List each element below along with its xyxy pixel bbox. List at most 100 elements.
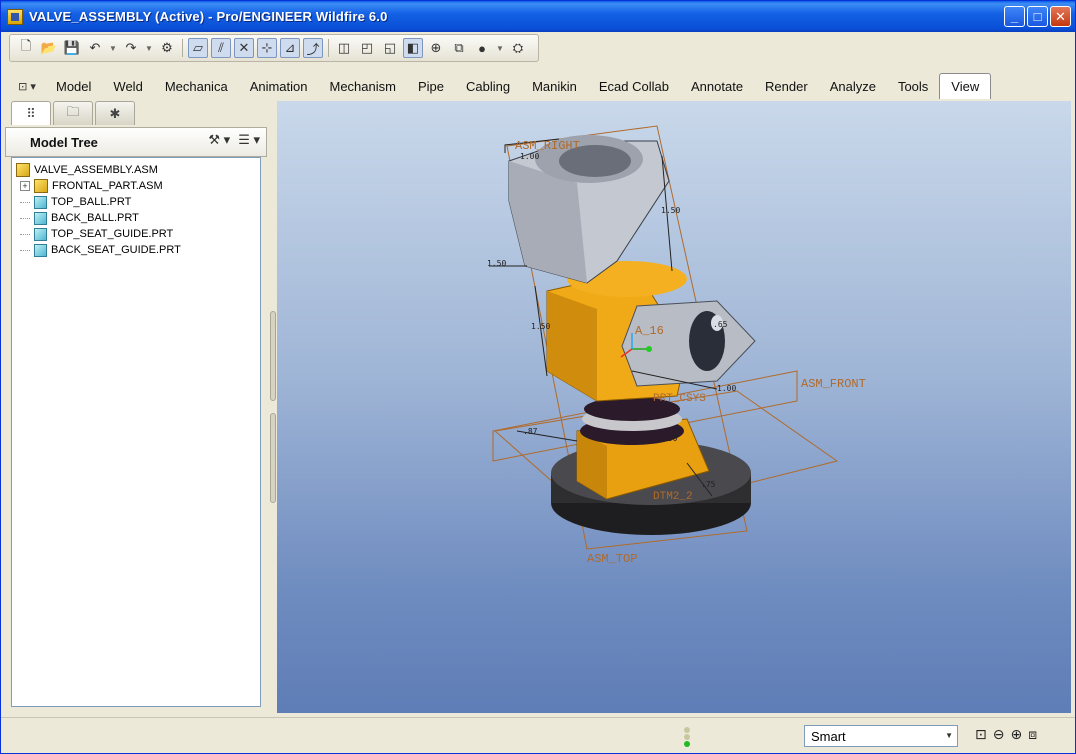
- graphics-viewport[interactable]: ASM_RIGHT ASM_FRONT ASM_TOP A_16 PRT_CSY…: [277, 101, 1071, 713]
- part-icon: [34, 195, 47, 209]
- tree-connector: [20, 249, 30, 251]
- redo-dropdown-icon[interactable]: ▼: [144, 38, 154, 58]
- status-bar: Smart ▼ ⊡ ⊖ ⊕ ⧈: [1, 717, 1075, 753]
- binoculars-icon[interactable]: ⛭: [508, 38, 528, 58]
- selection-filter-value: Smart: [811, 728, 846, 744]
- window-title: VALVE_ASSEMBLY (Active) - Pro/ENGINEER W…: [29, 9, 388, 24]
- proe-app-icon[interactable]: [7, 8, 23, 25]
- tree-item-label: TOP_BALL.PRT: [51, 196, 132, 208]
- undo-dropdown-icon[interactable]: ▼: [108, 38, 118, 58]
- selection-filter-select[interactable]: Smart ▼: [804, 725, 958, 747]
- tree-connector: [20, 217, 30, 219]
- dim-text: .65: [713, 320, 728, 329]
- menu-view[interactable]: View: [939, 73, 992, 99]
- menu-weld[interactable]: Weld: [102, 75, 153, 99]
- zoom-out-icon[interactable]: ⊖: [993, 726, 1005, 743]
- datum-axes-toggle-icon[interactable]: ⫽: [211, 38, 231, 58]
- datum-planes-toggle-icon[interactable]: ▱: [188, 38, 208, 58]
- appearance-icon[interactable]: ●: [472, 38, 492, 58]
- csys-toggle-icon[interactable]: ⊹: [257, 38, 277, 58]
- favorites-tab-icon[interactable]: ✱: [95, 101, 135, 125]
- label-asm-front: ASM_FRONT: [801, 377, 866, 391]
- menu-animation[interactable]: Animation: [239, 75, 319, 99]
- zoom-in-icon[interactable]: ⊕: [1010, 726, 1022, 743]
- menu-manikin[interactable]: Manikin: [521, 75, 588, 99]
- part-icon: [34, 211, 47, 225]
- menu-tools[interactable]: Tools: [887, 75, 939, 99]
- zoom-fit-icon[interactable]: ⊡: [975, 726, 987, 743]
- minimize-button[interactable]: _: [1004, 6, 1025, 27]
- annotations-toggle-icon[interactable]: ⊿: [280, 38, 300, 58]
- datum-points-toggle-icon[interactable]: ✕: [234, 38, 254, 58]
- save-icon[interactable]: 💾: [62, 38, 82, 58]
- model-tree-tab-icon[interactable]: ⠿: [11, 101, 51, 125]
- view-manager-icon[interactable]: ⊕: [426, 38, 446, 58]
- tree-item-label: BACK_SEAT_GUIDE.PRT: [51, 244, 181, 256]
- dim-text: 1.00: [520, 152, 539, 161]
- tree-item-label: VALVE_ASSEMBLY.ASM: [34, 164, 158, 176]
- app-window: VALVE_ASSEMBLY (Active) - Pro/ENGINEER W…: [0, 0, 1076, 754]
- close-button[interactable]: ✕: [1050, 6, 1071, 27]
- open-folder-icon[interactable]: 📂: [39, 38, 59, 58]
- no-hidden-icon[interactable]: ◱: [380, 38, 400, 58]
- toolbar-separator: [328, 39, 329, 57]
- menu-mechanica[interactable]: Mechanica: [154, 75, 239, 99]
- dim-text: 1.50: [487, 259, 506, 268]
- assembly-icon: [16, 163, 30, 177]
- regenerate-icon[interactable]: ⚙: [157, 38, 177, 58]
- shading-icon[interactable]: ◧: [403, 38, 423, 58]
- new-file-icon[interactable]: 🗋: [16, 38, 36, 58]
- appearance-dropdown-icon[interactable]: ▼: [495, 38, 505, 58]
- dim-text: 1.00: [717, 384, 736, 393]
- chevron-down-icon: ▼: [945, 731, 953, 740]
- dim-text: .50: [663, 434, 678, 443]
- menu-pipe[interactable]: Pipe: [407, 75, 455, 99]
- tree-item-label: BACK_BALL.PRT: [51, 212, 139, 224]
- panel-splitter[interactable]: [269, 101, 277, 713]
- part-icon: [34, 227, 47, 241]
- label-csys: PRT_CSYS: [653, 393, 706, 405]
- splitter-handle[interactable]: [270, 413, 276, 503]
- expand-icon[interactable]: +: [20, 181, 30, 191]
- select-box-icon[interactable]: ⧈: [1028, 726, 1037, 743]
- label-asm-right: ASM_RIGHT: [515, 139, 580, 153]
- redo-icon[interactable]: ↷: [121, 38, 141, 58]
- menu-ecad-collab[interactable]: Ecad Collab: [588, 75, 680, 99]
- reorient-icon[interactable]: ⧉: [449, 38, 469, 58]
- menu-model[interactable]: Model: [45, 75, 102, 99]
- menu-cabling[interactable]: Cabling: [455, 75, 521, 99]
- title-bar[interactable]: VALVE_ASSEMBLY (Active) - Pro/ENGINEER W…: [1, 1, 1075, 32]
- main-toolbar: 🗋 📂 💾 ↶ ▼ ↷ ▼ ⚙ ▱ ⫽ ✕ ⊹ ⊿ ⤴ ◫ ◰ ◱ ◧ ⊕ ⧉ …: [9, 34, 539, 62]
- menu-render[interactable]: Render: [754, 75, 819, 99]
- hidden-line-icon[interactable]: ◰: [357, 38, 377, 58]
- folder-browser-tab-icon[interactable]: 🗀: [53, 101, 93, 125]
- undo-icon[interactable]: ↶: [85, 38, 105, 58]
- splitter-handle[interactable]: [270, 311, 276, 401]
- dim-text: .87: [523, 427, 538, 436]
- tree-item[interactable]: TOP_BALL.PRT: [12, 194, 260, 210]
- dim-text: .75: [701, 480, 716, 489]
- dim-text: 1.50: [531, 322, 550, 331]
- model-view: ASM_RIGHT ASM_FRONT ASM_TOP A_16 PRT_CSY…: [487, 125, 866, 566]
- spin-center-toggle-icon[interactable]: ⤴: [303, 38, 323, 58]
- maximize-button[interactable]: □: [1027, 6, 1048, 27]
- tree-item[interactable]: BACK_BALL.PRT: [12, 210, 260, 226]
- tree-item[interactable]: TOP_SEAT_GUIDE.PRT: [12, 226, 260, 242]
- tree-item[interactable]: BACK_SEAT_GUIDE.PRT: [12, 242, 260, 258]
- assembly-icon: [34, 179, 48, 193]
- tree-settings-icon[interactable]: ⚒ ▾: [208, 132, 230, 148]
- menu-analyze[interactable]: Analyze: [819, 75, 887, 99]
- menu-annotate[interactable]: Annotate: [680, 75, 754, 99]
- tree-item[interactable]: + FRONTAL_PART.ASM: [12, 178, 260, 194]
- label-plane: DTM2_2: [653, 491, 693, 503]
- model-tree-header: Model Tree ⚒ ▾ ☰ ▾: [5, 127, 267, 157]
- menu-mechanism[interactable]: Mechanism: [319, 75, 407, 99]
- model-tree-title: Model Tree: [30, 134, 98, 150]
- model-tree[interactable]: VALVE_ASSEMBLY.ASM + FRONTAL_PART.ASM TOP_B…: [11, 157, 261, 707]
- ribbon-tabs: ⊡ ▾ Model Weld Mechanica Animation Mechanism…: [9, 73, 1069, 99]
- wireframe-icon[interactable]: ◫: [334, 38, 354, 58]
- quick-menu-dropdown[interactable]: ⊡ ▾: [9, 75, 45, 97]
- part-icon: [34, 243, 47, 257]
- tree-show-icon[interactable]: ☰ ▾: [238, 132, 260, 148]
- tree-item[interactable]: VALVE_ASSEMBLY.ASM: [12, 162, 260, 178]
